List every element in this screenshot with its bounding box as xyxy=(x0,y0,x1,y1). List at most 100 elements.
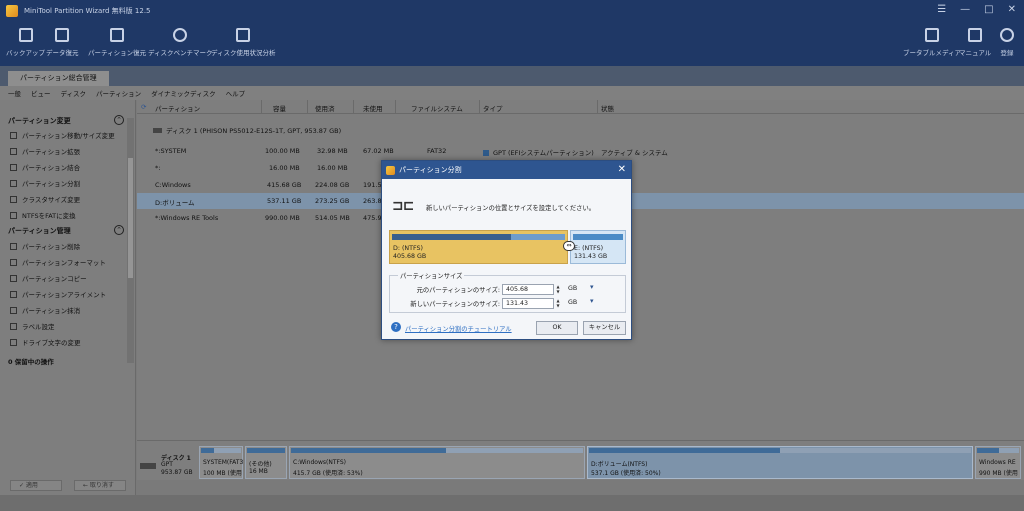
undo-button[interactable]: ← 取り消す xyxy=(74,480,126,491)
table-header: ⟳ パーティション 容量 使用済 未使用 ファイルシステム タイプ 状態 xyxy=(137,100,1024,114)
collapse-up-icon[interactable]: ⌃ xyxy=(114,225,124,235)
manual-icon xyxy=(968,28,983,42)
action-change-letter[interactable]: ドライブ文字の変更 xyxy=(10,337,81,347)
disk-map-disk-info[interactable]: ディスク 1 GPT 953.87 GB xyxy=(137,445,197,477)
disk-map-segment[interactable]: (その他) 16 MB xyxy=(245,446,287,479)
col-divider xyxy=(395,100,396,114)
action-label: パーティション結合 xyxy=(22,164,81,172)
cell-type: GPT (EFIシステムパーティション) xyxy=(483,147,594,157)
split-drag-handle[interactable]: ⇔ xyxy=(563,241,575,251)
close-icon[interactable]: ✕ xyxy=(618,164,626,175)
cell-status: アクティブ & システム xyxy=(601,149,668,157)
original-partition-block[interactable]: D: (NTFS) 405.68 GB xyxy=(389,230,568,264)
manual-button[interactable]: マニュアル xyxy=(959,28,991,57)
action-split[interactable]: パーティション分割 xyxy=(10,178,80,188)
tab-partition-management[interactable]: パーティション総合管理 xyxy=(8,71,109,86)
col-divider xyxy=(479,100,480,114)
bootable-media-button[interactable]: ブータブルメディア xyxy=(903,28,961,57)
col-partition[interactable]: パーティション xyxy=(155,103,200,113)
data-recovery-icon xyxy=(55,28,70,42)
action-set-label[interactable]: ラベル設定 xyxy=(10,321,55,331)
space-analyzer-button[interactable]: ディスク使用状況分析 xyxy=(211,28,276,57)
cell-unused: 475.9 xyxy=(363,214,382,222)
apply-button[interactable]: ✓ 適用 xyxy=(10,480,62,491)
menu-view[interactable]: ビュー xyxy=(31,88,51,98)
new-size-unit: GB xyxy=(568,299,578,306)
menu-help[interactable]: ヘルプ xyxy=(226,88,246,98)
tutorial-link[interactable]: パーティション分割のチュートリアル xyxy=(405,324,512,333)
partition-recovery-label: パーティション復元 xyxy=(88,49,147,57)
action-copy[interactable]: パーティションコピー xyxy=(10,273,87,283)
action-ntfs-to-fat[interactable]: NTFSをFATに変換 xyxy=(10,210,76,220)
action-label: パーティションフォーマット xyxy=(22,259,106,267)
segment-label: (その他) xyxy=(249,461,272,468)
partition-recovery-button[interactable]: パーティション復元 xyxy=(88,28,146,57)
col-capacity[interactable]: 容量 xyxy=(273,103,286,113)
backup-button[interactable]: バックアップ xyxy=(6,28,45,57)
disk-map-segment[interactable]: SYSTEM(FAT3 100 MB (使用 xyxy=(199,446,243,479)
cell-used: 224.08 GB xyxy=(315,181,350,189)
action-move-resize[interactable]: パーティション移動/サイズ変更 xyxy=(10,130,115,140)
app-window: MiniTool Partition Wizard 無料版 12.5 ☰ — □… xyxy=(0,0,1024,511)
action-panel-scrollbar[interactable] xyxy=(127,118,134,363)
action-format[interactable]: パーティションフォーマット xyxy=(10,257,106,267)
action-label: NTFSをFATに変換 xyxy=(22,212,76,220)
register-button[interactable]: 登録 xyxy=(1000,28,1014,57)
ok-button[interactable]: OK xyxy=(536,321,578,335)
segment-size: 16 MB xyxy=(249,468,268,475)
new-size-input[interactable]: 131.43 xyxy=(502,298,554,309)
disk-map-segment[interactable]: C:Windows(NTFS) 415.7 GB (使用済: 53%) xyxy=(289,446,585,479)
action-merge[interactable]: パーティション結合 xyxy=(10,162,80,172)
menu-disk[interactable]: ディスク xyxy=(61,88,87,98)
usage-fill xyxy=(589,448,780,453)
col-unused[interactable]: 未使用 xyxy=(363,103,383,113)
collapse-up-icon[interactable]: ⌃ xyxy=(114,115,124,125)
col-filesystem[interactable]: ファイルシステム xyxy=(411,103,463,113)
chevron-down-icon[interactable]: ▾ xyxy=(590,297,594,305)
new-size-stepper[interactable]: ▲ ▼ xyxy=(555,298,561,309)
menu-dynamic-disk[interactable]: ダイナミックディスク xyxy=(151,88,215,98)
scrollbar-thumb[interactable] xyxy=(128,158,133,278)
chevron-down-icon[interactable]: ▾ xyxy=(590,283,594,291)
action-align[interactable]: パーティションアライメント xyxy=(10,289,106,299)
action-delete[interactable]: パーティション削除 xyxy=(10,241,80,251)
disk-icon xyxy=(140,463,156,469)
toolbar: バックアップ データ復元 パーティション復元 ディスクベンチマーク ディスク使用… xyxy=(0,22,1024,66)
delete-icon xyxy=(10,242,17,250)
disk-map-segment-selected[interactable]: D:ボリューム(NTFS) 537.1 GB (使用済: 50%) xyxy=(587,446,973,479)
help-icon[interactable]: ? xyxy=(391,322,401,332)
col-type[interactable]: タイプ xyxy=(483,103,503,113)
dialog-title: パーティション分割 xyxy=(399,166,462,174)
group-title: パーティションサイズ xyxy=(398,271,465,280)
refresh-icon[interactable]: ⟳ xyxy=(141,103,146,111)
tab-bar: パーティション総合管理 xyxy=(0,66,1024,86)
col-used[interactable]: 使用済 xyxy=(315,103,335,113)
original-size-unit: GB xyxy=(568,285,578,292)
menu-icon[interactable]: ☰ xyxy=(937,4,946,15)
wipe-icon xyxy=(10,306,17,314)
data-recovery-button[interactable]: データ復元 xyxy=(46,28,79,57)
action-cluster-size[interactable]: クラスタサイズ変更 xyxy=(10,194,80,204)
disk-benchmark-button[interactable]: ディスクベンチマーク xyxy=(148,28,213,57)
disk-header-row[interactable]: ディスク 1 (PHISON PS5012-E12S-1T, GPT, 953.… xyxy=(153,125,341,135)
action-extend[interactable]: パーティション拡張 xyxy=(10,146,80,156)
cancel-button[interactable]: キャンセル xyxy=(583,321,626,335)
col-status[interactable]: 状態 xyxy=(601,103,614,113)
usage-fill xyxy=(247,448,285,453)
original-size-input[interactable]: 405.68 xyxy=(502,284,554,295)
disk-map-segment[interactable]: Windows RE 990 MB (使用 xyxy=(975,446,1021,479)
original-size-stepper[interactable]: ▲ ▼ xyxy=(555,284,561,295)
close-icon[interactable]: ✕ xyxy=(1008,4,1016,15)
menu-partition[interactable]: パーティション xyxy=(96,88,141,98)
usage-fill xyxy=(392,234,512,240)
new-partition-block[interactable]: E: (NTFS) 131.43 GB xyxy=(570,230,626,264)
table-row[interactable]: *:SYSTEM 100.00 MB 32.98 MB 67.02 MB FAT… xyxy=(137,143,1024,159)
action-wipe[interactable]: パーティション抹消 xyxy=(10,305,80,315)
new-size-label: 新しいパーティションのサイズ: xyxy=(410,301,500,308)
maximize-icon[interactable]: □ xyxy=(984,4,993,15)
space-analyzer-icon xyxy=(236,28,251,42)
minimize-icon[interactable]: — xyxy=(960,4,970,15)
copy-icon xyxy=(10,274,17,282)
segment-size: 990 MB (使用 xyxy=(979,470,1018,477)
menu-general[interactable]: 一般 xyxy=(8,88,21,98)
